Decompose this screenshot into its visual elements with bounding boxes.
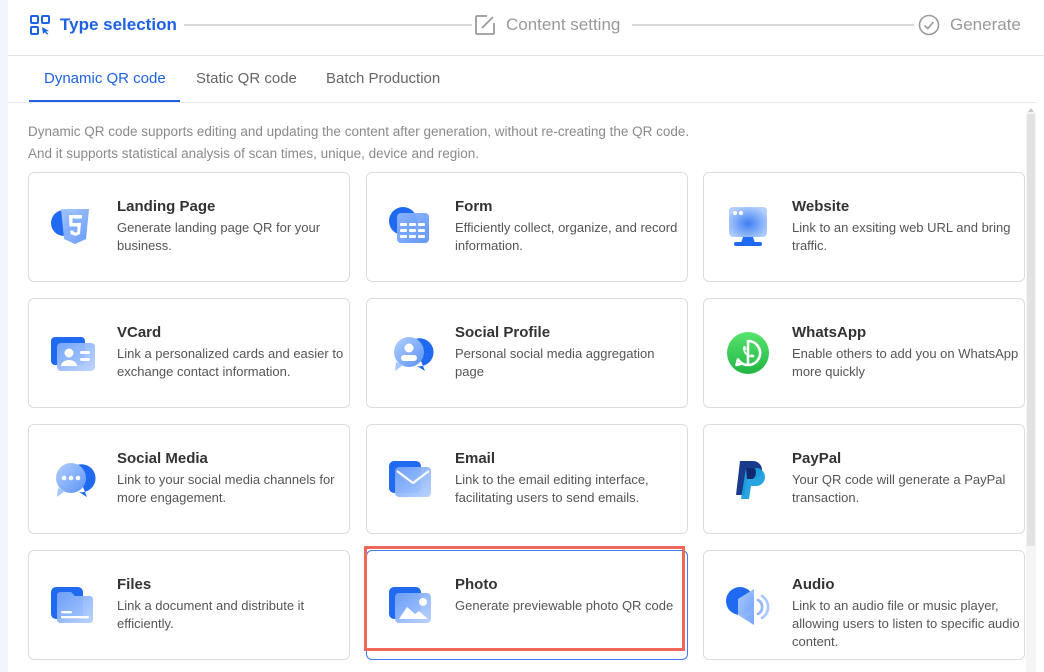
card-social-profile[interactable]: Social Profile Personal social media agg… — [366, 298, 688, 408]
step-content-setting: Content setting — [474, 12, 620, 38]
card-title: Social Media — [117, 450, 208, 467]
paypal-icon — [736, 461, 765, 499]
card-description: Personal social media aggregation page — [455, 346, 655, 379]
card-description: Link to an audio file or music player, a… — [792, 598, 1020, 649]
card-title: Photo — [455, 576, 498, 593]
active-tab-indicator — [29, 100, 180, 102]
step-generate: Generate — [918, 12, 1021, 38]
whatsapp-icon — [727, 332, 769, 374]
html5-icon — [51, 209, 89, 244]
card-description: Your QR code will generate a PayPal tran… — [792, 472, 1006, 505]
step-label: Content setting — [506, 15, 621, 34]
card-form[interactable]: Form Efficiently collect, organize, and … — [366, 172, 688, 282]
contact-card-icon — [51, 337, 95, 371]
card-description: Link a personalized cards and easier to … — [117, 346, 344, 379]
card-title: Email — [455, 450, 496, 467]
scrollbar-thumb[interactable] — [1027, 114, 1035, 546]
qr-type-tabs: Dynamic QR code Static QR code Batch Pro… — [8, 56, 1036, 103]
card-title: VCard — [117, 324, 162, 341]
step-connector — [632, 24, 914, 26]
tab-batch-production[interactable]: Batch Production — [326, 70, 440, 87]
card-email[interactable]: Email Link to the email editing interfac… — [366, 424, 688, 534]
card-description: Link to an exsiting web URL and bring tr… — [792, 220, 1011, 253]
edit-icon — [475, 15, 495, 35]
step-label: Generate — [950, 15, 1021, 34]
card-title: Landing Page — [117, 198, 216, 215]
card-photo[interactable]: Photo Generate previewable photo QR code — [366, 550, 688, 660]
folder-icon — [51, 587, 93, 623]
card-description: Efficiently collect, organize, and recor… — [455, 220, 678, 253]
card-whatsapp[interactable]: WhatsApp Enable others to add you on Wha… — [703, 298, 1025, 408]
card-title: Website — [792, 198, 850, 215]
speaker-icon — [726, 587, 770, 625]
card-paypal[interactable]: PayPal Your QR code will generate a PayP… — [703, 424, 1025, 534]
profile-chat-icon — [394, 337, 434, 371]
description-line: And it supports statistical analysis of … — [28, 146, 479, 161]
card-title: PayPal — [792, 450, 842, 467]
card-description: Link to the email editing interface, fac… — [455, 472, 649, 505]
card-title: Audio — [792, 576, 835, 593]
card-title: Form — [455, 198, 493, 215]
chat-bubbles-icon — [56, 463, 96, 497]
card-vcard[interactable]: VCard Link a personalized cards and easi… — [28, 298, 350, 408]
card-landing-page[interactable]: Landing Page Generate landing page QR fo… — [28, 172, 350, 282]
tab-static-qr-code[interactable]: Static QR code — [196, 70, 297, 87]
card-description: Enable others to add you on WhatsApp mor… — [792, 346, 1019, 379]
steps-header: Type selection Content setting Generate — [8, 0, 1044, 56]
check-circle-icon — [918, 14, 940, 36]
step-type-selection: Type selection — [30, 12, 177, 38]
card-title: Files — [117, 576, 152, 593]
card-audio[interactable]: Audio Link to an audio file or music pla… — [703, 550, 1025, 660]
envelope-icon — [389, 461, 431, 497]
photo-icon — [389, 587, 431, 623]
card-title: WhatsApp — [792, 324, 867, 341]
card-description: Link a document and distribute it effici… — [117, 598, 305, 631]
card-website[interactable]: Website Link to an exsiting web URL and … — [703, 172, 1025, 282]
tab-description: Dynamic QR code supports editing and upd… — [28, 121, 689, 165]
form-table-icon — [389, 207, 429, 243]
card-title: Social Profile — [455, 324, 551, 341]
qr-scan-icon — [30, 15, 50, 35]
card-files[interactable]: Files Link a document and distribute it … — [28, 550, 350, 660]
monitor-icon — [729, 207, 767, 246]
step-label: Type selection — [60, 15, 177, 34]
scroll-up-arrow-icon[interactable] — [1028, 108, 1034, 112]
card-description: Link to your social media channels for m… — [117, 472, 335, 505]
card-social-media[interactable]: Social Media Link to your social media c… — [28, 424, 350, 534]
tab-dynamic-qr-code[interactable]: Dynamic QR code — [44, 70, 166, 87]
card-description: Generate previewable photo QR code — [455, 598, 674, 613]
left-gutter — [0, 0, 8, 672]
step-connector — [184, 24, 472, 26]
card-description: Generate landing page QR for your busine… — [117, 220, 321, 253]
description-line: Dynamic QR code supports editing and upd… — [28, 124, 690, 139]
